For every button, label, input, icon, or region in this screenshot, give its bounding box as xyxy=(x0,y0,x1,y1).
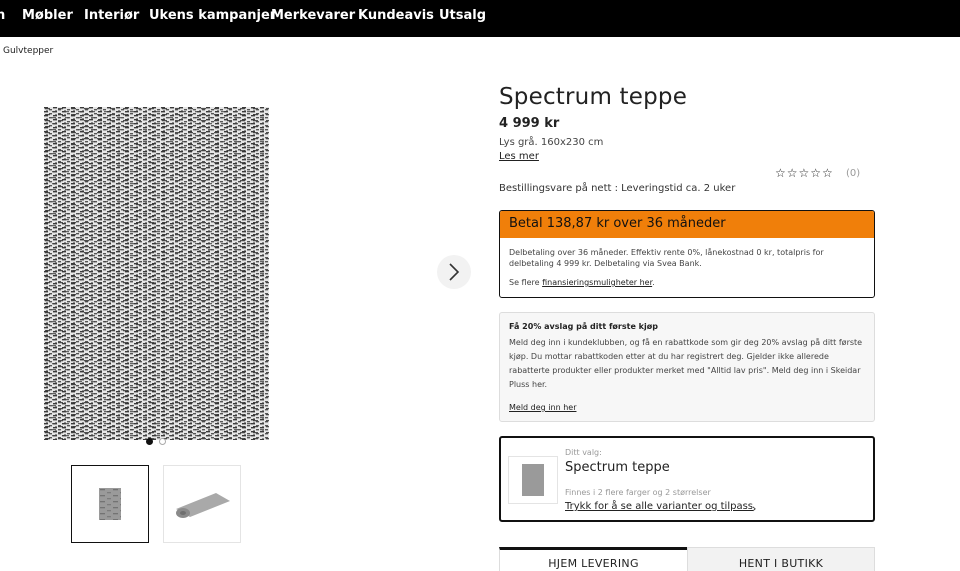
join-club-link[interactable]: Meld deg inn her xyxy=(509,403,576,412)
delivery-tabs: HJEM LEVERING HENT I BUTIKK xyxy=(499,547,875,571)
financing-more-prefix: Se flere xyxy=(509,278,543,287)
thumbnail-rug[interactable] xyxy=(71,465,149,543)
nav-item-ukens-kampanjer[interactable]: Ukens kampanjer xyxy=(149,8,276,23)
tab-home-delivery[interactable]: HJEM LEVERING xyxy=(499,547,687,571)
gallery-dot-2[interactable] xyxy=(159,438,166,445)
rolled-rug-image xyxy=(176,493,230,518)
nav-edge-fragment: n xyxy=(0,8,6,23)
breadcrumb[interactable]: Gulvtepper xyxy=(3,46,53,56)
read-more-link[interactable]: Les mer xyxy=(499,151,539,162)
financing-heading: Betal 138,87 kr over 36 måneder xyxy=(500,211,874,238)
club-body: Meld deg inn i kundeklubben, og få en ra… xyxy=(509,338,863,389)
delivery-info: Bestillingsvare på nett : Leveringstid c… xyxy=(499,183,736,194)
customer-club-box: Få 20% avslag på ditt første kjøp Meld d… xyxy=(499,312,875,422)
financing-box: Betal 138,87 kr over 36 måneder Delbetal… xyxy=(499,210,875,298)
rating-stars-icon[interactable]: ☆☆☆☆☆ xyxy=(775,166,834,180)
choice-subtitle: Finnes i 2 flere farger og 2 størrelser xyxy=(565,488,711,497)
nav-item-merkevarer[interactable]: Merkevarer xyxy=(271,8,355,23)
chevron-right-icon xyxy=(449,263,460,281)
choice-label: Ditt valg: xyxy=(565,448,602,457)
gallery-dot-1[interactable] xyxy=(146,438,153,445)
product-variant: Lys grå. 160x230 cm xyxy=(499,137,604,148)
rug-thumbnail-image xyxy=(522,464,544,496)
gallery-next-button[interactable] xyxy=(437,255,471,289)
nav-item-utsalg[interactable]: Utsalg xyxy=(439,8,486,23)
nav-item-kundeavis[interactable]: Kundeavis xyxy=(358,8,434,23)
financing-more: Se flere finansieringsmuligheter her. xyxy=(509,277,865,288)
club-heading: Få 20% avslag på ditt første kjøp xyxy=(509,322,658,331)
product-title: Spectrum teppe xyxy=(499,84,688,110)
choice-thumbnail xyxy=(508,456,558,504)
review-count[interactable]: (0) xyxy=(846,168,860,179)
top-navigation: n Møbler Interiør Ukens kampanjer Merkev… xyxy=(0,0,960,37)
nav-item-mobler[interactable]: Møbler xyxy=(22,8,73,23)
financing-body: Delbetaling over 36 måneder. Effektiv re… xyxy=(509,248,824,268)
rug-thumbnail-image xyxy=(99,488,121,520)
financing-more-suffix: . xyxy=(652,278,655,287)
choice-title: Spectrum teppe xyxy=(565,460,670,475)
see-variants-link[interactable]: Trykk for å se alle varianter og tilpass xyxy=(565,501,753,512)
nav-item-interior[interactable]: Interiør xyxy=(84,8,139,23)
variant-choice-box[interactable]: Ditt valg: Spectrum teppe Finnes i 2 fle… xyxy=(499,436,875,522)
tab-store-pickup[interactable]: HENT I BUTIKK xyxy=(687,547,875,571)
financing-options-link[interactable]: finansieringsmuligheter her xyxy=(542,278,652,287)
chevron-right-icon: › xyxy=(752,502,757,515)
thumbnail-rolled-rug[interactable] xyxy=(163,465,241,543)
product-price: 4 999 kr xyxy=(499,116,560,131)
product-main-image[interactable] xyxy=(44,107,269,440)
